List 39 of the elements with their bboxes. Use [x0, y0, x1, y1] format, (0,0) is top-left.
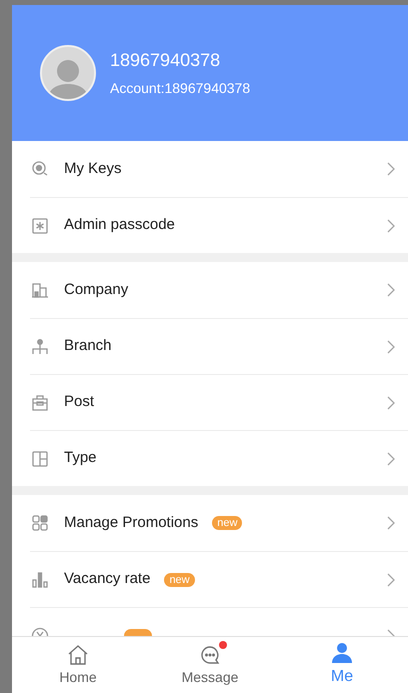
menu-item[interactable]: Type [12, 431, 408, 486]
new-badge: new [164, 572, 195, 586]
nav-tab[interactable]: Message [144, 637, 276, 693]
menu-label: Type [64, 448, 97, 468]
chevron-right-icon [386, 452, 396, 466]
menu-item[interactable]: Post [12, 375, 408, 430]
menu-label: Company [64, 280, 128, 300]
menu-item[interactable]: Vacancy rate new [12, 552, 408, 607]
account-number: Account:18967940378 [110, 79, 250, 98]
menu-label: Vacancy rate [64, 569, 150, 590]
menu-label: Manage Promotions [64, 512, 198, 533]
home-icon [66, 642, 90, 666]
menu-item[interactable]: Admin passcode [12, 198, 408, 253]
nav-tab[interactable]: Me [276, 637, 408, 693]
asterisk-icon [30, 216, 50, 236]
chevron-right-icon [386, 396, 396, 410]
menu-item[interactable]: Branch [12, 319, 408, 374]
nav-tab[interactable]: Home [12, 637, 144, 693]
grid-icon [30, 513, 50, 533]
menu-item[interactable]: Manage Promotions new [12, 495, 408, 551]
menu-item[interactable]: Company [12, 262, 408, 318]
menu-label: My Keys [64, 158, 122, 179]
menu-label: Post [64, 392, 94, 412]
briefcase-icon [30, 392, 50, 412]
menu-label: Admin passcode [64, 215, 175, 236]
menu-item[interactable]: My Keys [12, 141, 408, 197]
chevron-right-icon [386, 162, 396, 176]
grid-icon [30, 448, 50, 468]
person-icon [330, 641, 354, 665]
menu-label: Branch [64, 336, 112, 356]
chevron-right-icon [386, 516, 396, 530]
hierarchy-icon [30, 336, 50, 356]
chevron-right-icon [386, 218, 396, 232]
bar-chart-icon [30, 570, 50, 590]
chevron-right-icon [386, 340, 396, 354]
chevron-right-icon [386, 572, 396, 586]
profile-name: 18967940378 [110, 49, 222, 72]
new-badge: new [212, 516, 242, 530]
chevron-right-icon [386, 283, 396, 297]
